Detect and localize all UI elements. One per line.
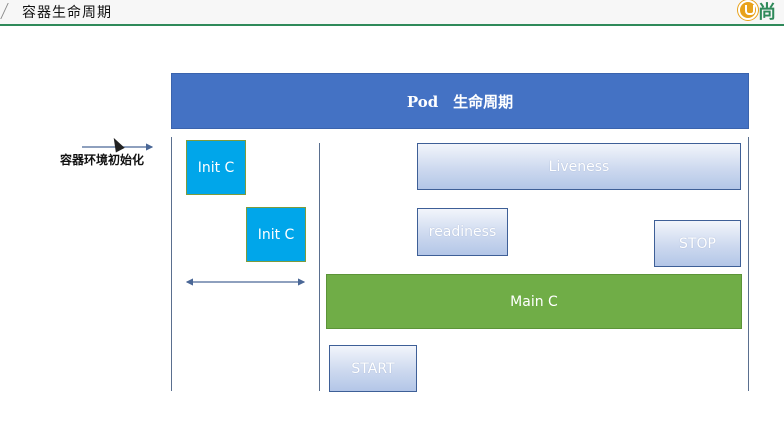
liveness-probe-box: Liveness <box>417 143 741 190</box>
slide: 容器生命周期 尚 Pod 生命周期 容器环境初始化 Init C Init C … <box>0 0 784 432</box>
init-container-2: Init C <box>246 207 306 262</box>
env-init-label: 容器环境初始化 <box>60 153 145 167</box>
main-container-box: Main C <box>326 274 742 329</box>
readiness-probe-box: readiness <box>417 208 508 256</box>
slide-title: 容器生命周期 <box>22 5 112 21</box>
start-hook-box: START <box>329 345 417 392</box>
slash-decoration-icon <box>0 3 19 19</box>
right-timeline-line <box>748 137 749 391</box>
stop-hook-box: STOP <box>654 220 741 267</box>
logo-icon <box>738 0 758 20</box>
pod-lifecycle-bar: Pod 生命周期 <box>171 73 749 129</box>
slide-header: 容器生命周期 尚 <box>0 0 784 26</box>
logo-text: 尚 <box>758 2 776 23</box>
main-start-line <box>319 143 320 391</box>
init-container-1: Init C <box>186 140 246 195</box>
mouse-cursor-icon <box>109 135 125 153</box>
left-timeline-line <box>171 137 172 391</box>
